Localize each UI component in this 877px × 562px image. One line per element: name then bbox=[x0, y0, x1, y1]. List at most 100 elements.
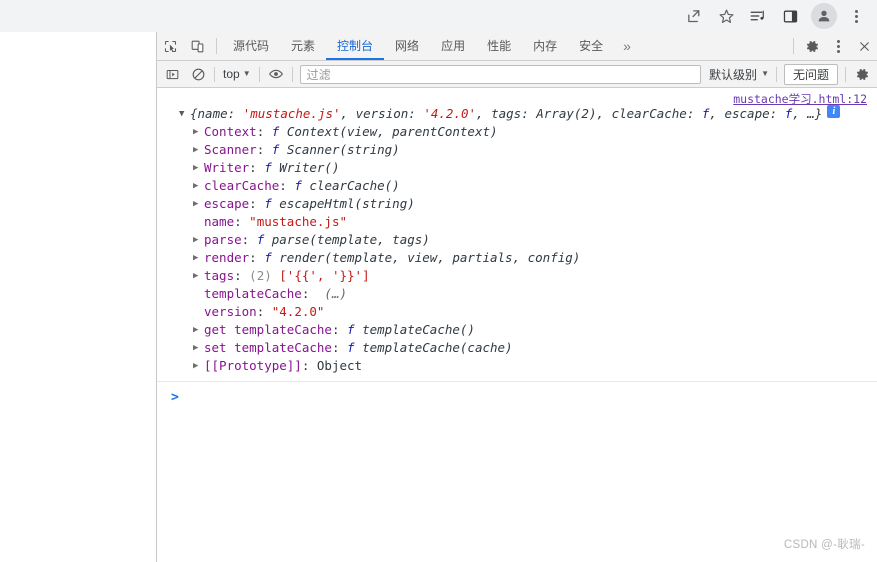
object-property-row[interactable]: version: "4.2.0" bbox=[157, 303, 877, 321]
header-sep-2: , bbox=[476, 106, 492, 121]
gear-icon[interactable] bbox=[799, 32, 825, 60]
property-separator: : bbox=[256, 142, 272, 157]
property-key: Context bbox=[204, 124, 257, 139]
property-key: clearCache bbox=[204, 178, 280, 193]
side-panel-icon[interactable] bbox=[775, 3, 805, 29]
clear-console-icon[interactable] bbox=[185, 62, 211, 86]
property-value: render(template, view, partials, config) bbox=[279, 250, 581, 265]
toolbar-divider-right bbox=[793, 38, 794, 54]
property-key: name bbox=[204, 214, 235, 229]
function-marker: f bbox=[271, 142, 280, 157]
object-property-row[interactable]: ▶ set templateCache: f templateCache(cach… bbox=[157, 339, 877, 357]
more-tabs-icon[interactable]: » bbox=[614, 32, 640, 60]
object-property-row[interactable]: ▶ Scanner: f Scanner(string) bbox=[157, 141, 877, 159]
profile-avatar-icon[interactable] bbox=[811, 3, 837, 29]
watermark-text: CSDN @-耿瑞- bbox=[783, 539, 865, 551]
console-filter-input[interactable]: 过滤 bbox=[299, 64, 702, 84]
devtools-tabbar-right bbox=[788, 32, 877, 60]
console-settings-gear-icon[interactable] bbox=[849, 62, 875, 86]
function-gap bbox=[272, 159, 280, 177]
collapse-triangle-icon[interactable]: ▼ bbox=[179, 105, 190, 123]
expand-triangle-icon[interactable]: ▶ bbox=[193, 195, 204, 213]
object-property-row[interactable]: ▶ render: f render(template, view, partia… bbox=[157, 249, 877, 267]
chrome-menu-icon[interactable] bbox=[843, 3, 869, 29]
media-playlist-icon[interactable] bbox=[743, 3, 773, 29]
object-property-row[interactable]: ▶ get templateCache: f templateCache() bbox=[157, 321, 877, 339]
expand-triangle-icon[interactable]: ▶ bbox=[193, 267, 204, 285]
property-separator: : bbox=[249, 160, 265, 175]
expand-triangle-icon[interactable]: ▶ bbox=[193, 123, 204, 141]
console-log-entry: ▼{name: 'mustache.js', version: '4.2.0',… bbox=[157, 88, 877, 382]
tab-security[interactable]: 安全 bbox=[568, 32, 614, 60]
tab-console[interactable]: 控制台 bbox=[326, 32, 385, 60]
function-marker: f bbox=[347, 340, 355, 355]
tab-application[interactable]: 应用 bbox=[430, 32, 476, 60]
function-marker: f bbox=[294, 178, 302, 193]
toolbar-separator-5 bbox=[845, 66, 846, 82]
property-separator: : bbox=[249, 250, 265, 265]
tab-memory[interactable]: 内存 bbox=[522, 32, 568, 60]
object-property-row[interactable]: ▶ parse: f parse(template, tags) bbox=[157, 231, 877, 249]
tab-network[interactable]: 网络 bbox=[384, 32, 430, 60]
toolbar-separator-3 bbox=[291, 66, 293, 82]
js-context-selector[interactable]: top ▼ bbox=[218, 64, 256, 84]
object-property-row[interactable]: ▶ escape: f escapeHtml(string) bbox=[157, 195, 877, 213]
header-sep-4: , bbox=[709, 106, 725, 121]
header-tail: , …} bbox=[792, 106, 823, 121]
inspect-element-icon[interactable] bbox=[157, 32, 184, 60]
expand-triangle-icon[interactable]: ▶ bbox=[193, 249, 204, 267]
expand-triangle-icon[interactable]: ▶ bbox=[193, 321, 204, 339]
function-gap bbox=[279, 141, 287, 159]
object-property-row[interactable]: ▶ [[Prototype]]: Object bbox=[157, 357, 877, 375]
expand-triangle-icon[interactable]: ▶ bbox=[193, 141, 204, 159]
console-sidebar-icon[interactable] bbox=[159, 62, 185, 86]
expand-triangle-icon[interactable]: ▶ bbox=[193, 357, 204, 375]
tab-elements[interactable]: 元素 bbox=[280, 32, 326, 60]
object-header-row[interactable]: ▼{name: 'mustache.js', version: '4.2.0',… bbox=[157, 105, 877, 123]
property-separator: : bbox=[249, 196, 265, 211]
function-marker: f bbox=[264, 160, 272, 175]
expand-triangle-icon[interactable]: ▶ bbox=[193, 339, 204, 357]
tab-sources[interactable]: 源代码 bbox=[222, 32, 280, 60]
issues-badge[interactable]: 无问题 bbox=[783, 63, 838, 85]
function-marker: f bbox=[347, 322, 355, 337]
header-sep-1: , bbox=[340, 106, 356, 121]
object-property-row[interactable]: ▶ tags: (2) ['{{', '}}'] bbox=[157, 267, 877, 285]
share-icon[interactable] bbox=[679, 3, 709, 29]
object-property-row[interactable]: ▶ clearCache: f clearCache() bbox=[157, 177, 877, 195]
live-expression-eye-icon[interactable] bbox=[263, 62, 289, 86]
devtools-kebab-menu-icon[interactable] bbox=[825, 32, 851, 60]
property-value: clearCache() bbox=[309, 178, 400, 193]
device-toolbar-icon[interactable] bbox=[184, 32, 211, 60]
property-key: get templateCache bbox=[204, 322, 332, 337]
property-key: render bbox=[204, 250, 250, 265]
expand-triangle-icon[interactable]: ▶ bbox=[193, 159, 204, 177]
chevron-down-icon-level: ▼ bbox=[761, 69, 769, 78]
property-value: (2) ['{{', '}}'] bbox=[249, 268, 370, 283]
object-property-row[interactable]: ▶ Writer: f Writer() bbox=[157, 159, 877, 177]
object-property-row[interactable]: name: "mustache.js" bbox=[157, 213, 877, 231]
bookmark-star-icon[interactable] bbox=[711, 3, 741, 29]
property-value: Writer() bbox=[279, 160, 340, 175]
function-marker: f bbox=[271, 124, 280, 139]
tab-performance[interactable]: 性能 bbox=[476, 32, 522, 60]
object-property-row[interactable]: templateCache: (…) bbox=[157, 285, 877, 303]
header-escape-value: f bbox=[784, 106, 793, 121]
source-location-link[interactable]: mustache学习.html:12 bbox=[733, 91, 867, 107]
console-prompt-row[interactable]: > bbox=[157, 382, 877, 406]
expand-triangle-icon[interactable]: ▶ bbox=[193, 231, 204, 249]
object-property-row[interactable]: ▶ Context: f Context(view, parentContext) bbox=[157, 123, 877, 141]
header-clearcache-key: clearCache: bbox=[611, 106, 695, 121]
toolbar-separator-4 bbox=[775, 66, 777, 82]
property-separator: : bbox=[331, 340, 347, 355]
property-value: "4.2.0" bbox=[271, 304, 325, 319]
log-level-selector[interactable]: 默认级别 ▼ bbox=[705, 66, 773, 83]
property-key: Writer bbox=[204, 160, 250, 175]
expand-triangle-icon[interactable]: ▶ bbox=[193, 177, 204, 195]
property-key: [[Prototype]] bbox=[204, 358, 302, 373]
property-separator: : bbox=[331, 322, 347, 337]
property-value: templateCache(cache) bbox=[362, 340, 513, 355]
web-page-viewport bbox=[0, 32, 157, 562]
property-value: (…) bbox=[324, 286, 347, 301]
close-devtools-icon[interactable] bbox=[851, 32, 877, 60]
